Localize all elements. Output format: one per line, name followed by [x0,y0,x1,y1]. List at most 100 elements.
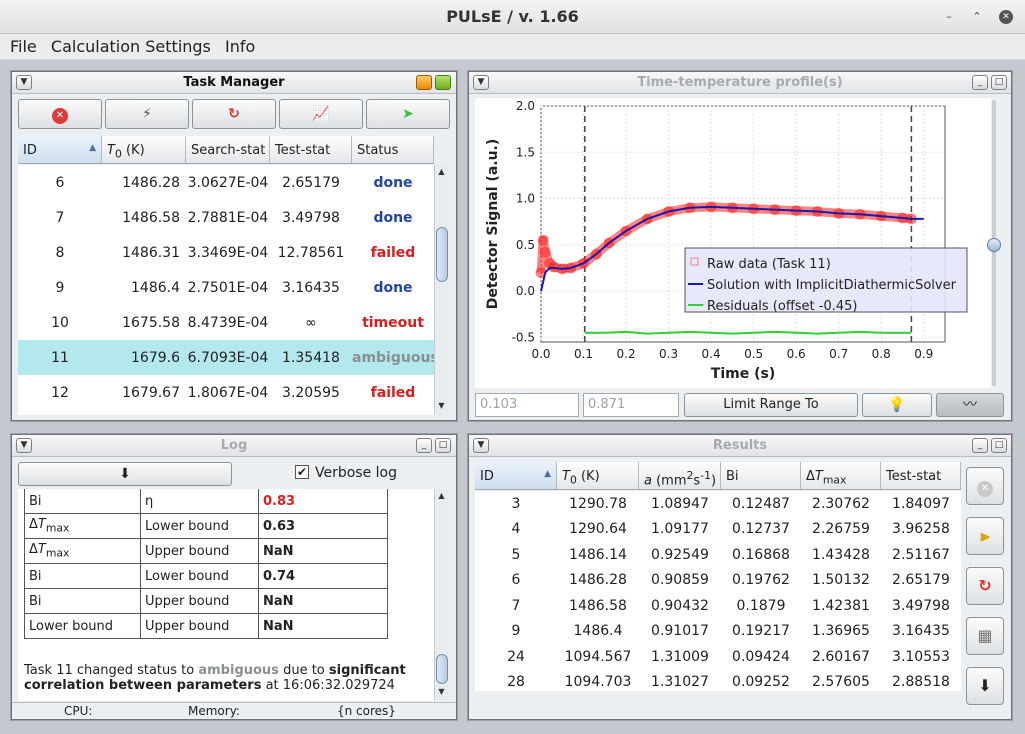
y-tick-label: -0.5 [512,330,535,344]
column-dtmax[interactable]: ΔTmax [801,462,881,489]
scroll-thumb[interactable] [436,227,448,282]
table-row[interactable]: 28 1094.703 1.31027 0.09252 2.57605 2.88518 [475,670,961,692]
range-to-input[interactable]: 0.871 [583,393,679,417]
log-titlebar: ▼ Log _ □ [12,435,456,457]
menu-file[interactable]: File [0,34,37,56]
remove-task-button[interactable]: ✕ [18,99,102,129]
x-tick-label: 0.3 [659,347,678,361]
curve-icon: 〰 [963,397,977,413]
table-row: Bi Lower bound 0.74 [24,563,388,589]
menu-calculation-settings[interactable]: Calculation Settings [41,34,211,56]
x-tick-label: 0.4 [702,347,721,361]
column-t0[interactable]: T0 (K) [102,136,186,163]
menu-bar: File Calculation Settings Info [0,34,1025,60]
x-axis-label: Time (s) [711,366,775,382]
table-row: ΔTmax Lower bound 0.63 [24,513,388,539]
scroll-up-icon[interactable]: ▲ [435,491,448,503]
log-scrollbar[interactable]: ▲ ▼ [434,489,448,701]
log-frame: ▼ Log _ □ ⬇ ✔ Verbose log Bi η 0.83 ΔTmax L… [11,434,457,720]
table-row[interactable]: 12 1679.67 1.8067E-04 3.20595 failed [18,375,434,410]
table-row[interactable]: 7 1486.58 0.90432 0.1879 1.42381 3.49798 [475,593,961,619]
cpu-label: CPU: [64,704,93,718]
minimize-icon[interactable] [416,75,432,90]
export-results-button[interactable]: ⬇ [966,667,1004,705]
save-log-button[interactable]: ⬇ [18,462,232,486]
reset-task-button[interactable]: ↻ [192,99,276,129]
undo-results-button[interactable]: ↻ [966,567,1004,605]
slider-knob[interactable] [987,238,1001,252]
lightbulb-icon: 💡 [888,397,906,413]
column-bi[interactable]: Bi [721,462,801,489]
table-row-selected[interactable]: 11 1679.6 6.7093E-04 1.35418 ambiguous [18,340,434,375]
column-test-stat[interactable]: Test-stat [881,462,961,489]
column-search-stat[interactable]: Search-stat [186,136,270,163]
column-id[interactable]: ID ▲ [475,462,557,489]
y-tick-label: 0.0 [516,284,535,298]
table-row[interactable]: 6 1486.28 3.0627E-04 2.65179 done [18,165,434,200]
task-manager-frame: ▼ Task Manager ✕ ⚡ ↻ 📈 ➤ ID ▲ T0 (K) Sear… [11,71,457,421]
table-row[interactable]: 24 1094.567 1.31009 0.09424 2.60167 3.10553 [475,644,961,670]
verbose-log-checkbox[interactable]: ✔ [295,465,309,479]
scroll-down-icon[interactable]: ▼ [435,401,448,413]
column-diffusivity[interactable]: a (mm2s-1) [639,462,721,489]
time-temperature-chart[interactable]: 0.0 0.1 0.2 0.3 0.4 0.5 0.6 0.7 0.8 0.9 -0.5 0.0 0.5… [475,98,991,388]
minimize-icon[interactable]: _ [972,75,988,90]
minimize-icon[interactable]: – [942,10,956,24]
status-bar: CPU: Memory: {n cores} [12,702,456,719]
x-tick-label: 0.7 [829,347,848,361]
table-row[interactable]: 4 1290.64 1.09177 0.12737 2.26759 3.96258 [475,517,961,543]
results-titlebar: ▼ Results _ □ [469,435,1011,457]
close-icon[interactable]: ✕ [999,10,1013,24]
status-badge: timeout [362,314,424,331]
task-table-scrollbar[interactable]: ▲ ▼ [434,165,448,415]
chart-titlebar: ▼ Time-temperature profile(s) _ □ [469,72,1011,94]
scroll-up-icon[interactable]: ▲ [435,167,448,179]
clear-task-button[interactable]: ⚡ [105,99,189,129]
menu-info[interactable]: Info [215,34,255,56]
maximize-icon[interactable]: □ [991,75,1007,90]
table-row[interactable]: 6 1486.28 0.90859 0.19762 1.50132 2.65179 [475,568,961,594]
graph-task-button[interactable]: 📈 [279,99,363,129]
column-status[interactable]: Status [352,136,434,163]
table-row[interactable]: 8 1486.31 3.3469E-04 12.78561 failed [18,235,434,270]
execute-task-button[interactable]: ➤ [366,99,450,129]
table-row[interactable]: 9 1486.4 0.91017 0.19217 1.36965 3.16435 [475,619,961,645]
results-title: Results [712,438,768,453]
table-row[interactable]: 7 1486.58 2.7881E-04 3.49798 done [18,200,434,235]
minimize-icon[interactable]: _ [416,438,432,453]
minimize-icon[interactable]: _ [972,438,988,453]
scroll-down-icon[interactable]: ▼ [435,687,448,699]
maximize-icon[interactable]: □ [991,438,1007,453]
status-badge: done [373,209,413,226]
task-table-body: 6 1486.28 3.0627E-04 2.65179 done 7 1486.58 2.… [18,165,434,415]
column-t0[interactable]: T0 (K) [557,462,639,489]
scroll-thumb[interactable] [436,654,448,684]
x-tick-label: 0.6 [787,347,806,361]
status-badge: ambiguous [352,349,434,366]
chart-panel-title: Time-temperature profile(s) [637,75,843,90]
chart-frame: ▼ Time-temperature profile(s) _ □ 0.0 0.1… [468,71,1012,421]
table-row[interactable]: 9 1486.4 2.7501E-04 3.16435 done [18,270,434,305]
merge-results-button[interactable]: ⫸ [966,517,1004,555]
column-id[interactable]: ID ▲ [18,136,102,163]
y-tick-label: 1.0 [516,192,535,206]
zoom-slider[interactable] [987,100,1001,386]
table-row[interactable]: 3 1290.78 1.08947 0.12487 2.30762 1.84097 [475,491,961,517]
table-row: Bi Upper bound NaN [24,588,388,614]
maximize-icon[interactable]: □ [435,438,451,453]
column-test-stat[interactable]: Test-stat [270,136,352,163]
table-row: Lower bound Upper bound NaN [24,613,388,639]
maximize-icon[interactable]: ⌃ [970,10,984,24]
maximize-icon[interactable] [435,75,451,90]
lightbulb-button[interactable]: 💡 [862,393,932,417]
delete-result-button[interactable]: ✕ [966,467,1004,505]
table-row[interactable]: 5 1486.14 0.92549 0.16868 1.43428 2.51167 [475,542,961,568]
range-from-input[interactable]: 0.103 [475,393,579,417]
refresh-icon: ↻ [228,106,240,122]
legend-label: Solution with ImplicitDiathermicSolver [707,278,957,293]
table-row[interactable]: 10 1675.58 8.4739E-04 ∞ timeout [18,305,434,340]
residuals-toggle-button[interactable]: 〰 [936,393,1004,417]
limit-range-button[interactable]: Limit Range To [684,393,858,417]
verbose-log-label: Verbose log [315,465,398,481]
preview-results-button[interactable]: ▦ [966,617,1004,655]
